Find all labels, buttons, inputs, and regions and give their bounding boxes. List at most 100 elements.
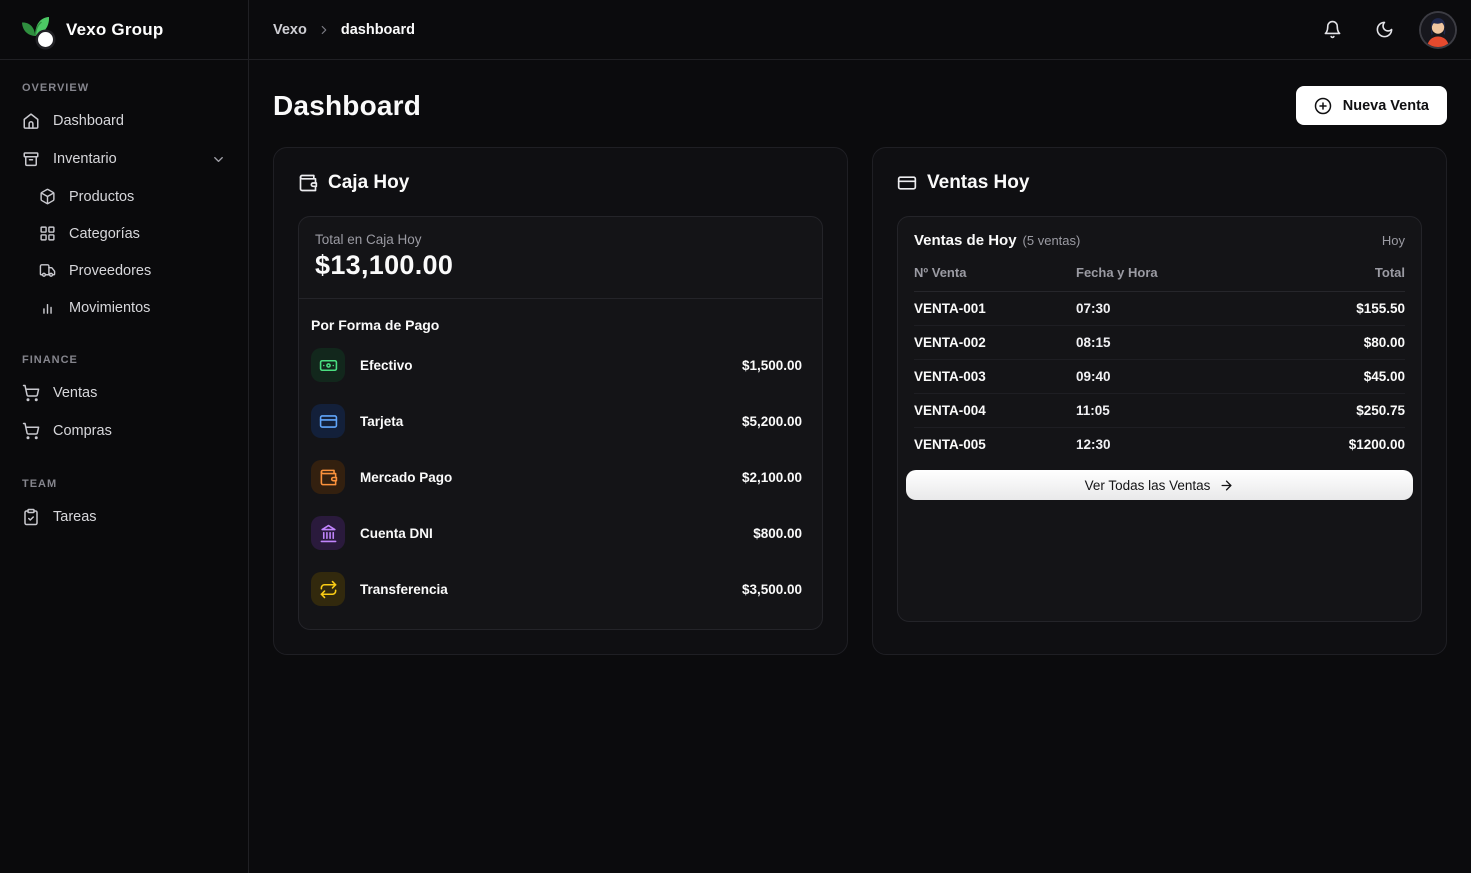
brand[interactable]: Vexo Group [0, 0, 248, 60]
archive-icon [22, 150, 40, 168]
sidebar: Vexo Group OVERVIEW Dashboard Inventario [0, 0, 249, 873]
payment-amount: $5,200.00 [742, 414, 810, 429]
ventas-card-title: Ventas Hoy [927, 172, 1029, 194]
main-area: Vexo dashboard [249, 0, 1471, 873]
payment-amount: $1,500.00 [742, 358, 810, 373]
arrow-right-icon [1219, 478, 1234, 493]
payment-name: Mercado Pago [360, 470, 452, 485]
payment-name: Efectivo [360, 358, 413, 373]
section-label-overview: OVERVIEW [12, 76, 236, 102]
caja-total-value: $13,100.00 [315, 250, 806, 281]
plus-circle-icon [1314, 97, 1332, 115]
view-all-wrap: Ver Todas las Ventas [898, 461, 1421, 509]
sidebar-item-categorias[interactable]: Categorías [29, 215, 236, 252]
table-row[interactable]: VENTA-005 12:30 $1200.00 [914, 428, 1405, 461]
notifications-button[interactable] [1313, 11, 1351, 49]
sale-total: $80.00 [1364, 335, 1405, 350]
payment-breakdown: Por Forma de Pago Efectivo $1,500.00 [299, 299, 822, 629]
wallet-icon [298, 173, 318, 193]
cart-icon [22, 422, 40, 440]
sidebar-item-label: Movimientos [69, 300, 150, 316]
sidebar-item-tareas[interactable]: Tareas [12, 498, 236, 536]
bar-chart-icon [39, 299, 56, 316]
ventas-count: (5 ventas) [1023, 233, 1081, 248]
payment-amount: $3,500.00 [742, 582, 810, 597]
truck-icon [39, 262, 56, 279]
sale-id: VENTA-003 [914, 369, 1076, 384]
sidebar-item-label: Compras [53, 423, 112, 439]
view-all-sales-button[interactable]: Ver Todas las Ventas [906, 470, 1413, 500]
sale-time: 11:05 [1076, 403, 1356, 418]
wallet-icon [311, 460, 345, 494]
ventas-panel: Ventas de Hoy (5 ventas) Hoy Nº Venta Fe… [897, 216, 1422, 622]
col-total: Total [1375, 265, 1405, 280]
payment-row-tarjeta[interactable]: Tarjeta $5,200.00 [311, 393, 810, 449]
table-row[interactable]: VENTA-003 09:40 $45.00 [914, 360, 1405, 394]
table-row[interactable]: VENTA-001 07:30 $155.50 [914, 292, 1405, 326]
page-title: Dashboard [273, 90, 421, 122]
grid-icon [39, 225, 56, 242]
logo-dot [38, 32, 53, 47]
avatar[interactable] [1421, 13, 1455, 47]
sidebar-item-label: Proveedores [69, 263, 151, 279]
sidebar-item-label: Categorías [69, 226, 140, 242]
table-row[interactable]: VENTA-002 08:15 $80.00 [914, 326, 1405, 360]
payment-amount: $2,100.00 [742, 470, 810, 485]
caja-card-header: Caja Hoy [298, 172, 823, 194]
breadcrumb: Vexo dashboard [273, 22, 415, 38]
sidebar-item-dashboard[interactable]: Dashboard [12, 102, 236, 140]
topbar: Vexo dashboard [249, 0, 1471, 60]
sale-time: 07:30 [1076, 301, 1356, 316]
sidebar-nav: OVERVIEW Dashboard Inventario Productos [0, 60, 248, 552]
section-label-finance: FINANCE [12, 348, 236, 374]
inventario-submenu: Productos Categorías Proveedores Movimie… [12, 178, 236, 326]
sidebar-item-productos[interactable]: Productos [29, 178, 236, 215]
chevron-right-icon [317, 23, 331, 37]
view-all-label: Ver Todas las Ventas [1085, 478, 1211, 493]
bank-icon [311, 516, 345, 550]
col-venta: Nº Venta [914, 265, 1076, 280]
payment-row-mercado-pago[interactable]: Mercado Pago $2,100.00 [311, 449, 810, 505]
payment-row-cuenta-dni[interactable]: Cuenta DNI $800.00 [311, 505, 810, 561]
moon-icon [1375, 20, 1394, 39]
sales-table: Nº Venta Fecha y Hora Total VENTA-001 07… [914, 261, 1405, 461]
sale-total: $1200.00 [1349, 437, 1405, 452]
payment-amount: $800.00 [753, 526, 810, 541]
banknote-icon [311, 348, 345, 382]
content: Dashboard Nueva Venta Caja Hoy [249, 60, 1471, 873]
sidebar-item-label: Inventario [53, 151, 117, 167]
payment-row-transferencia[interactable]: Transferencia $3,500.00 [311, 561, 810, 617]
sidebar-item-label: Productos [69, 189, 134, 205]
sale-total: $45.00 [1364, 369, 1405, 384]
sale-id: VENTA-004 [914, 403, 1076, 418]
new-sale-label: Nueva Venta [1343, 98, 1429, 114]
sidebar-item-ventas[interactable]: Ventas [12, 374, 236, 412]
breadcrumb-root[interactable]: Vexo [273, 22, 307, 38]
breakdown-title: Por Forma de Pago [311, 305, 810, 337]
sidebar-item-proveedores[interactable]: Proveedores [29, 252, 236, 289]
col-fecha: Fecha y Hora [1076, 265, 1375, 280]
payment-name: Transferencia [360, 582, 448, 597]
theme-toggle-button[interactable] [1365, 11, 1403, 49]
ventas-panel-header: Ventas de Hoy (5 ventas) Hoy [898, 217, 1421, 261]
credit-card-icon [897, 173, 917, 193]
payment-row-efectivo[interactable]: Efectivo $1,500.00 [311, 337, 810, 393]
caja-card-title: Caja Hoy [328, 172, 409, 194]
sale-time: 09:40 [1076, 369, 1364, 384]
bell-icon [1323, 20, 1342, 39]
new-sale-button[interactable]: Nueva Venta [1296, 86, 1447, 125]
breadcrumb-current: dashboard [341, 22, 415, 38]
sidebar-item-label: Dashboard [53, 113, 124, 129]
sale-id: VENTA-002 [914, 335, 1076, 350]
ventas-card-header: Ventas Hoy [897, 172, 1422, 194]
sidebar-item-movimientos[interactable]: Movimientos [29, 289, 236, 326]
sidebar-item-compras[interactable]: Compras [12, 412, 236, 450]
sales-table-body: VENTA-001 07:30 $155.50 VENTA-002 08:15 … [914, 292, 1405, 461]
credit-card-icon [311, 404, 345, 438]
sidebar-item-inventario[interactable]: Inventario [12, 140, 236, 178]
sale-time: 12:30 [1076, 437, 1349, 452]
table-row[interactable]: VENTA-004 11:05 $250.75 [914, 394, 1405, 428]
ventas-hoy-card: Ventas Hoy Ventas de Hoy (5 ventas) Hoy … [872, 147, 1447, 655]
clipboard-check-icon [22, 508, 40, 526]
sale-id: VENTA-001 [914, 301, 1076, 316]
